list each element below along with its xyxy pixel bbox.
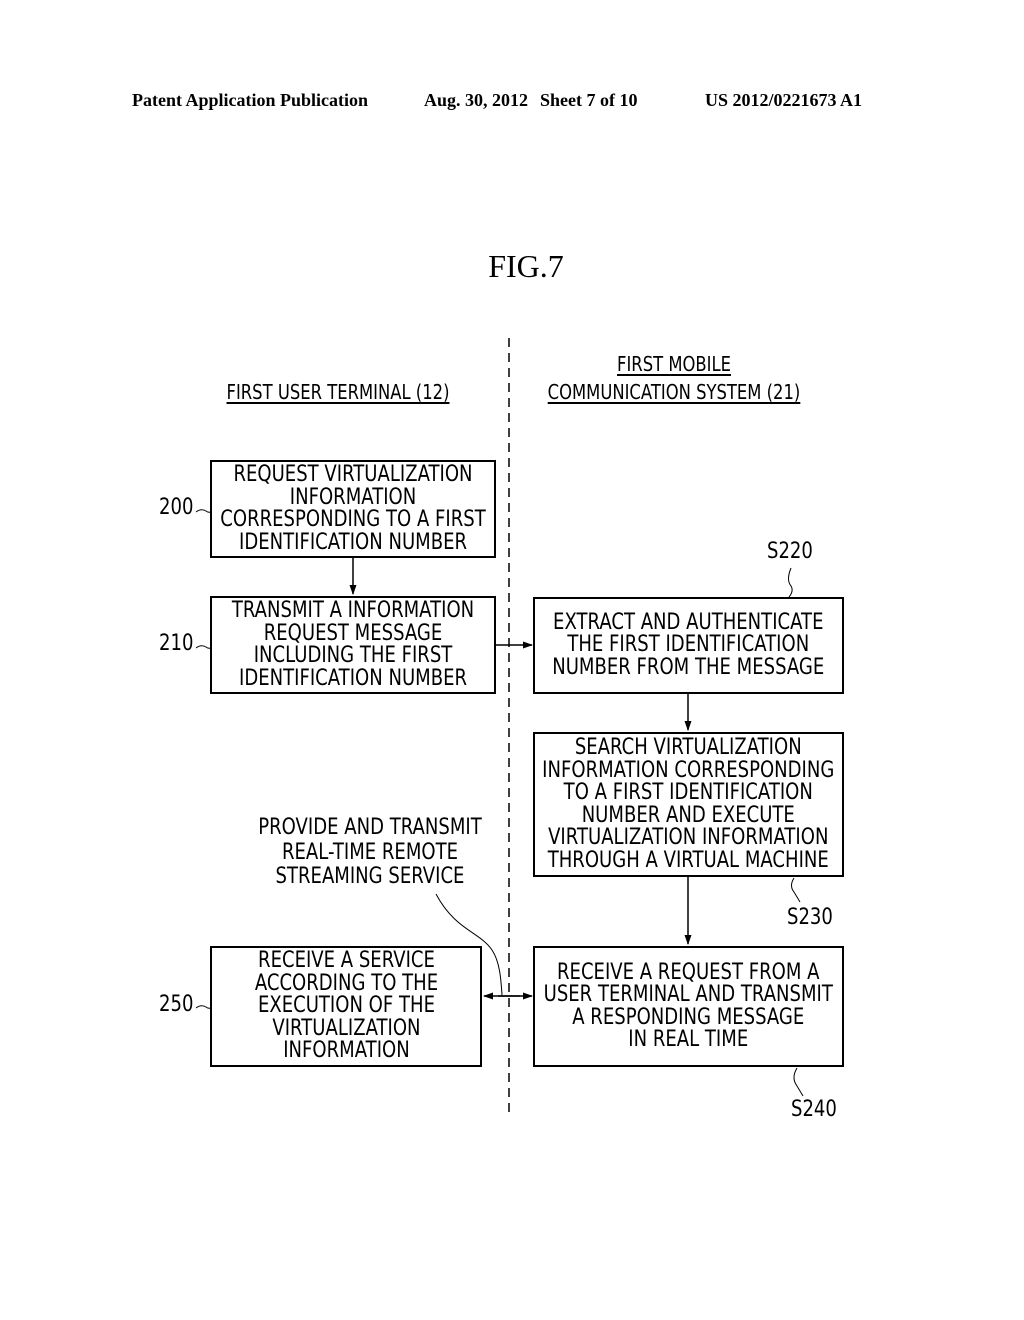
leader-s220 — [788, 567, 793, 598]
step-text-s240: RECEIVE A REQUEST FROM A USER TERMINAL A… — [543, 959, 834, 1052]
leader-s240 — [793, 1067, 804, 1097]
ref-label-s240: S240 — [791, 1097, 837, 1122]
step-text-s220: EXTRACT AND AUTHENTICATE THE FIRST IDENT… — [552, 609, 825, 680]
step-box-s240: RECEIVE A REQUEST FROM A USER TERMINAL A… — [533, 946, 844, 1067]
step-box-250: RECEIVE A SERVICE ACCORDING TO THE EXECU… — [210, 946, 482, 1067]
leader-s230 — [791, 877, 801, 903]
ref-label-s220: S220 — [767, 539, 813, 564]
ref-label-210: 210 — [159, 631, 194, 656]
annotation-streaming-service: PROVIDE AND TRANSMIT REAL-TIME REMOTE ST… — [258, 815, 482, 889]
step-box-210: TRANSMIT A INFORMATION REQUEST MESSAGE I… — [210, 596, 496, 694]
diagram-connectors — [195, 338, 804, 1118]
step-text-250: RECEIVE A SERVICE ACCORDING TO THE EXECU… — [254, 948, 438, 1064]
step-text-200: REQUEST VIRTUALIZATION INFORMATION CORRE… — [220, 462, 486, 555]
step-text-s230: SEARCH VIRTUALIZATION INFORMATION CORRES… — [542, 735, 835, 873]
ref-label-s230: S230 — [787, 905, 833, 930]
step-text-210: TRANSMIT A INFORMATION REQUEST MESSAGE I… — [231, 598, 475, 691]
step-box-200: REQUEST VIRTUALIZATION INFORMATION CORRE… — [210, 460, 496, 558]
step-box-s220: EXTRACT AND AUTHENTICATE THE FIRST IDENT… — [533, 597, 844, 694]
step-box-s230: SEARCH VIRTUALIZATION INFORMATION CORRES… — [533, 732, 844, 877]
ref-label-250: 250 — [159, 992, 194, 1017]
ref-label-200: 200 — [159, 495, 194, 520]
